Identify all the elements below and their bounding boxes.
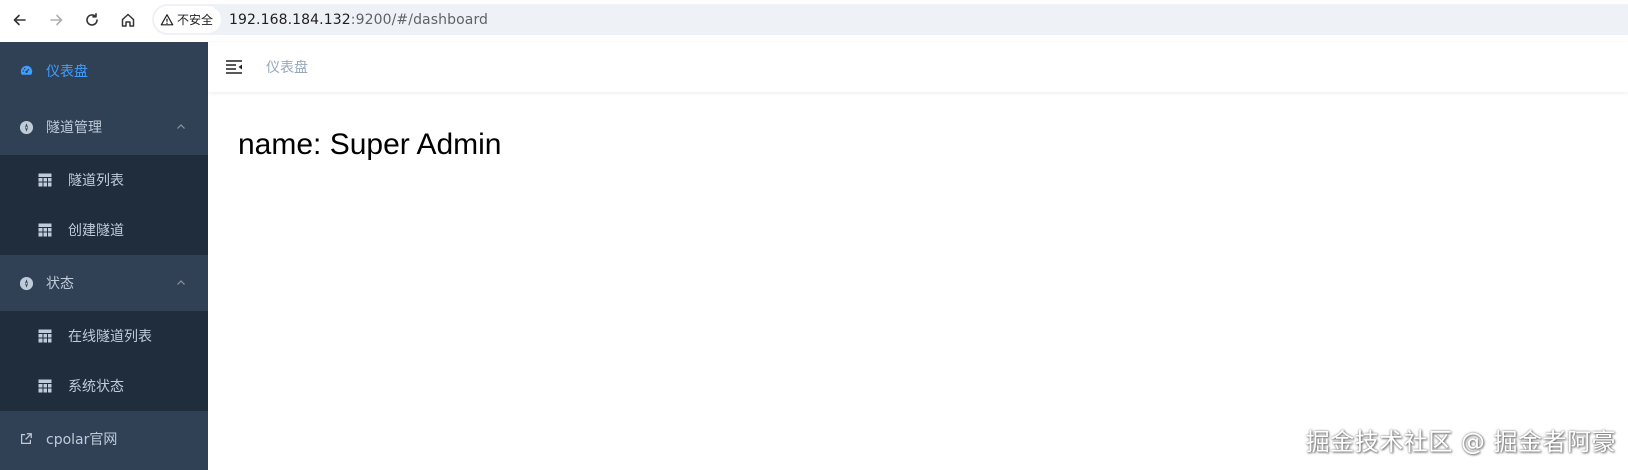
reload-button[interactable]: [74, 2, 110, 38]
compass-icon: [18, 275, 34, 291]
sidebar-item-label: 隧道列表: [68, 173, 124, 189]
sidebar: 仪表盘 隧道管理 隧道列表 创建隧道 状态 在线隧道列表 系统状态 cpolar…: [0, 42, 208, 470]
back-button[interactable]: [2, 2, 38, 38]
navbar: 仪表盘: [208, 42, 1628, 92]
external-link-icon: [18, 431, 34, 447]
sidebar-item-online-tunnels[interactable]: 在线隧道列表: [0, 311, 208, 361]
menu-fold-icon: [226, 60, 242, 74]
sidebar-item-system-status[interactable]: 系统状态: [0, 361, 208, 411]
back-arrow-icon: [13, 14, 26, 26]
submenu-status: 在线隧道列表 系统状态: [0, 311, 208, 411]
security-indicator[interactable]: 不安全: [154, 6, 222, 33]
home-button[interactable]: [110, 2, 146, 38]
sidebar-item-create-tunnel[interactable]: 创建隧道: [0, 205, 208, 255]
address-bar[interactable]: 不安全 192.168.184.132:9200/#/dashboard: [152, 4, 1628, 35]
sidebar-item-dashboard[interactable]: 仪表盘: [0, 42, 208, 99]
table-icon: [38, 173, 52, 187]
forward-arrow-icon: [50, 14, 63, 26]
warning-triangle-icon: [160, 13, 174, 25]
reload-icon: [86, 13, 98, 26]
sidebar-item-tunnel-list[interactable]: 隧道列表: [0, 155, 208, 205]
submenu-tunnel: 隧道列表 创建隧道: [0, 155, 208, 255]
sidebar-item-label: 系统状态: [68, 379, 124, 395]
sidebar-group-label: 隧道管理: [46, 120, 102, 136]
watermark: 掘金技术社区 @ 掘金者阿豪: [1305, 428, 1616, 456]
sidebar-group-status[interactable]: 状态: [0, 255, 208, 311]
forward-button[interactable]: [38, 2, 74, 38]
url-host: 192.168.184.132: [229, 11, 351, 28]
dashboard-text: name: Super Admin: [238, 128, 502, 161]
dashboard-icon: [18, 63, 34, 79]
table-icon: [38, 329, 52, 343]
compass-icon: [18, 119, 34, 135]
sidebar-item-cpolar-site[interactable]: cpolar官网: [0, 411, 208, 467]
main-content: 仪表盘 name: Super Admin: [208, 42, 1628, 470]
breadcrumb: 仪表盘: [266, 60, 308, 76]
url-path: :9200/#/dashboard: [350, 11, 489, 28]
sidebar-item-label: 在线隧道列表: [68, 329, 152, 345]
sidebar-item-label: 创建隧道: [68, 223, 124, 239]
chevron-up-icon: [177, 280, 185, 285]
sidebar-group-tunnel[interactable]: 隧道管理: [0, 99, 208, 155]
security-label: 不安全: [177, 13, 214, 27]
table-icon: [38, 223, 52, 237]
sidebar-item-label: cpolar官网: [46, 432, 118, 448]
url-text[interactable]: 192.168.184.132:9200/#/dashboard: [229, 12, 488, 28]
table-icon: [38, 379, 52, 393]
sidebar-group-label: 状态: [46, 276, 74, 292]
browser-toolbar: 不安全 192.168.184.132:9200/#/dashboard: [0, 0, 1628, 40]
sidebar-item-label: 仪表盘: [46, 63, 88, 80]
hamburger-button[interactable]: [224, 57, 244, 77]
chevron-up-icon: [177, 124, 185, 129]
home-icon: [121, 13, 135, 27]
